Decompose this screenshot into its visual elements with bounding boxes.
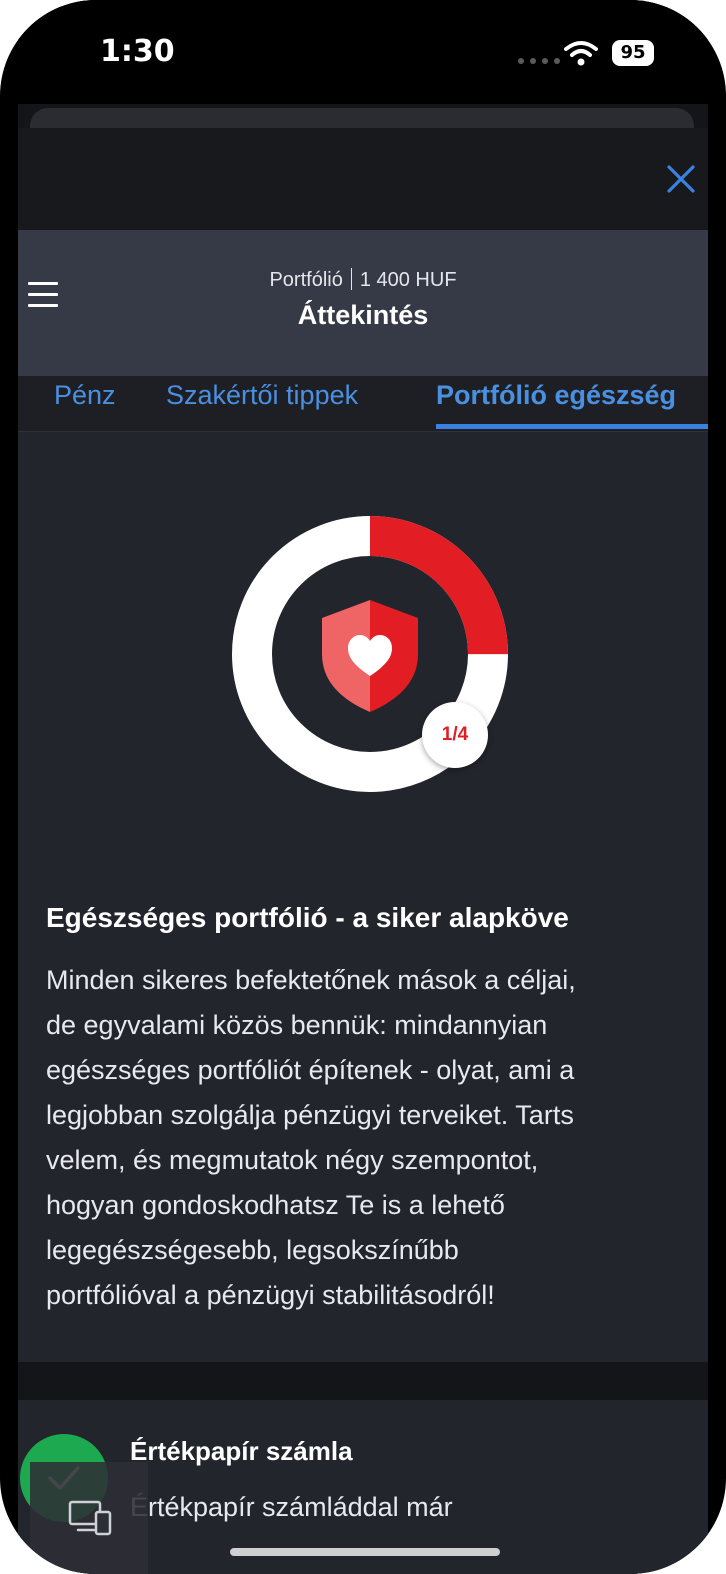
tab-portfolio-egeszseg[interactable]: Portfólió egészség: [436, 380, 676, 411]
progress-badge: 1/4: [422, 702, 488, 768]
devices-icon: [68, 1500, 112, 1536]
page-title: Áttekintés: [297, 300, 429, 330]
shield-heart-icon: [322, 600, 418, 712]
article-body-line: egészséges portfóliót építenek - olyat, …: [46, 1055, 575, 1085]
article-body-line: portfólióval a pénzügyi stabilitásodról!: [46, 1280, 495, 1310]
active-tab-indicator: [436, 424, 708, 429]
wifi-icon: [564, 41, 598, 66]
portfolio-value: 1 400 HUF: [359, 269, 457, 291]
article-body-line: legjobban szolgálja pénzügyi terveiket. …: [46, 1100, 574, 1130]
article-body-line: Minden sikeres befektetőnek mások a célj…: [46, 965, 576, 995]
close-icon[interactable]: [662, 160, 700, 198]
battery-indicator: 95: [612, 40, 654, 66]
section-gap: [18, 1362, 708, 1400]
status-bar: 1:30 95: [18, 0, 708, 104]
floating-toolbar[interactable]: [30, 1462, 148, 1574]
divider: [350, 268, 352, 290]
screen: 1:30 95 Portfólió 1 400 HUF Áttekintés P…: [18, 0, 708, 1574]
app-header: Portfólió 1 400 HUF Áttekintés: [18, 230, 708, 376]
cellular-signal-icon: [518, 58, 560, 64]
phone-frame: 1:30 95 Portfólió 1 400 HUF Áttekintés P…: [0, 0, 726, 1574]
article-body: Minden sikeres befektetőnek mások a célj…: [46, 958, 686, 1318]
card-title: Értékpapír számla: [130, 1436, 353, 1466]
article-body-line: legegészségesebb, legsokszínűbb: [46, 1235, 459, 1265]
card-body: Értékpapír számláddal már: [130, 1492, 453, 1522]
portfolio-summary: Portfólió 1 400 HUF: [18, 268, 708, 292]
article-body-line: velem, és megmutatok négy szempontot,: [46, 1145, 539, 1175]
article-body-line: de egyvalami közös bennük: mindannyian: [46, 1010, 548, 1040]
tab-penz[interactable]: Pénz: [54, 380, 116, 411]
article-body-line: hogyan gondoskodhatsz Te is a lehető: [46, 1190, 505, 1220]
tab-bar: Pénz Szakértői tippek Portfólió egészség: [18, 376, 708, 432]
article-title: Egészséges portfólió - a siker alapköve: [46, 902, 569, 933]
home-indicator: [230, 1548, 500, 1556]
portfolio-health-content: 1/4 Egészséges portfólió - a siker alapk…: [18, 432, 708, 1362]
modal-top-bar: [18, 128, 708, 230]
status-time: 1:30: [100, 34, 175, 69]
tab-szakertoi-tippek[interactable]: Szakértői tippek: [166, 380, 358, 411]
portfolio-label: Portfólió: [269, 269, 343, 291]
